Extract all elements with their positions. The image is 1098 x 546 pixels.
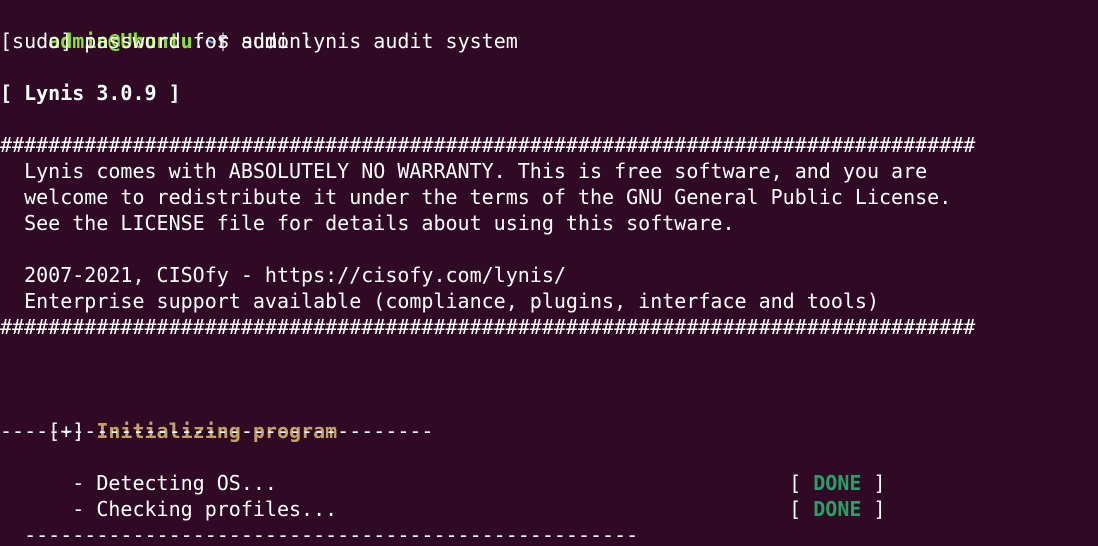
banner-line: Enterprise support available (compliance… bbox=[0, 289, 879, 313]
status-open-bracket: [ bbox=[789, 497, 814, 521]
command-line: admin@Ubuntu:~$ sudo lynis audit system bbox=[0, 2, 518, 53]
check-row: - Detecting OS... bbox=[0, 444, 277, 495]
check-label: - Checking profiles... bbox=[48, 497, 338, 521]
terminal-window[interactable]: admin@Ubuntu:~$ sudo lynis audit system … bbox=[0, 0, 1098, 546]
banner-rule-top: ########################################… bbox=[0, 133, 976, 157]
sudo-password-prompt: [sudo] password for admin: bbox=[0, 29, 314, 53]
check-status: [ DONE ] bbox=[741, 470, 885, 521]
banner-line: 2007-2021, CISOfy - https://cisofy.com/l… bbox=[0, 263, 566, 287]
section-divider: ------------------------------------ bbox=[0, 419, 434, 443]
lynis-version: [ Lynis 3.0.9 ] bbox=[0, 81, 181, 105]
check-row: - Checking profiles... bbox=[0, 470, 337, 521]
status-done: DONE bbox=[813, 497, 862, 521]
section-heading: [+] Initializing program bbox=[0, 392, 337, 443]
bottom-divider: ----------------------------------------… bbox=[0, 523, 639, 546]
banner-line: welcome to redistribute it under the ter… bbox=[0, 185, 952, 209]
check-status: [ DONE ] bbox=[741, 444, 885, 495]
banner-line: Lynis comes with ABSOLUTELY NO WARRANTY.… bbox=[0, 159, 928, 183]
banner-rule-bottom: ########################################… bbox=[0, 315, 976, 339]
banner-line: See the LICENSE file for details about u… bbox=[0, 211, 735, 235]
status-close-bracket: ] bbox=[861, 497, 886, 521]
